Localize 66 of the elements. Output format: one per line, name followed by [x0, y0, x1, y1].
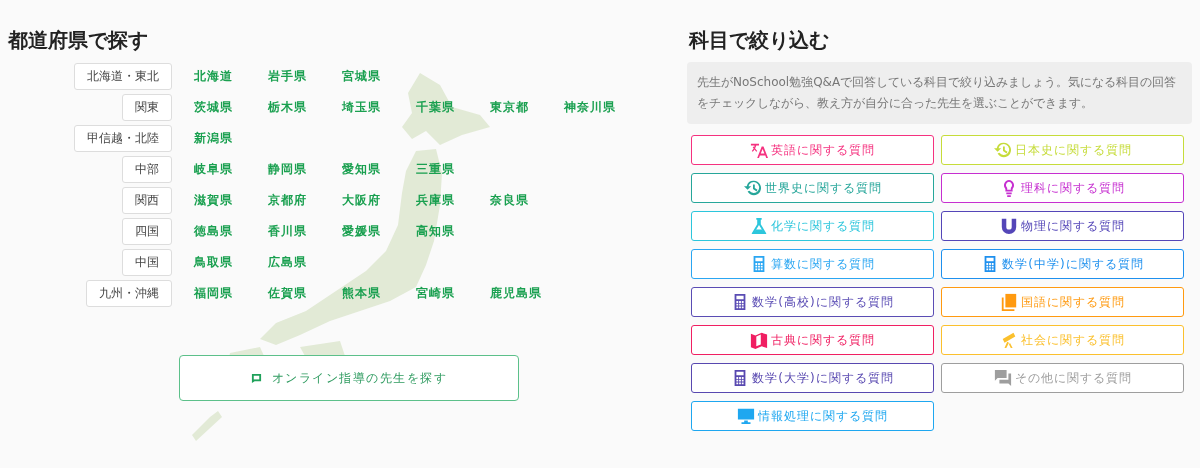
prefecture-link[interactable]: 新潟県	[194, 129, 268, 147]
region-button[interactable]: 関東	[122, 93, 172, 121]
prefecture-link[interactable]: 徳島県	[194, 222, 268, 240]
prefecture-link[interactable]: 鳥取県	[194, 253, 268, 271]
subject-button[interactable]: 算数に関する質問	[691, 249, 934, 279]
region-button[interactable]: 九州・沖縄	[86, 279, 172, 307]
prefecture-link[interactable]: 佐賀県	[268, 284, 342, 302]
prefecture-link[interactable]: 京都府	[268, 191, 342, 209]
prefecture-link[interactable]: 熊本県	[342, 284, 416, 302]
prefecture-link[interactable]: 愛媛県	[342, 222, 416, 240]
prefecture-link[interactable]: 兵庫県	[416, 191, 490, 209]
description-text: 先生がNoSchool勉強Q&Aで回答している科目で絞り込みましょう。気になる科目の回答をチェックしながら、教え方が自分に合った先生を選ぶことができます。	[687, 62, 1192, 124]
prefecture-link[interactable]: 香川県	[268, 222, 342, 240]
online-teacher-button[interactable]: オンライン指導の先生を探す	[179, 355, 519, 401]
prefecture-link[interactable]: 福岡県	[194, 284, 268, 302]
section-title: 科目で絞り込む	[689, 28, 830, 52]
region-button[interactable]: 中部	[122, 155, 172, 183]
subject-button[interactable]: 情報処理に関する質問	[691, 401, 934, 431]
flask-icon	[750, 217, 768, 235]
region-button[interactable]: 北海道・東北	[74, 62, 172, 90]
prefecture-link[interactable]: 広島県	[268, 253, 342, 271]
subject-button[interactable]: その他に関する質問	[941, 363, 1184, 393]
prefecture-link[interactable]: 神奈川県	[564, 98, 638, 116]
subject-button[interactable]: 数学(高校)に関する質問	[691, 287, 934, 317]
prefecture-link[interactable]: 大阪府	[342, 191, 416, 209]
subject-button[interactable]: 理科に関する質問	[941, 173, 1184, 203]
translate-icon	[750, 141, 768, 159]
prefecture-link[interactable]: 宮城県	[342, 67, 416, 85]
region-button[interactable]: 中国	[122, 248, 172, 276]
map-icon	[750, 331, 768, 349]
prefecture-link[interactable]: 岐阜県	[194, 160, 268, 178]
section-title: 都道府県で探す	[8, 28, 149, 52]
prefecture-link[interactable]: 静岡県	[268, 160, 342, 178]
monitor-icon	[737, 407, 755, 425]
subject-button[interactable]: 世界史に関する質問	[691, 173, 934, 203]
subject-button[interactable]: 国語に関する質問	[941, 287, 1184, 317]
magnet-icon	[1000, 217, 1018, 235]
prefecture-link[interactable]: 東京都	[490, 98, 564, 116]
subject-button[interactable]: 英語に関する質問	[691, 135, 934, 165]
prefecture-link[interactable]: 埼玉県	[342, 98, 416, 116]
prefecture-link[interactable]: 奈良県	[490, 191, 564, 209]
region-button[interactable]: 甲信越・北陸	[74, 124, 172, 152]
prefecture-link[interactable]: 宮崎県	[416, 284, 490, 302]
prefecture-link[interactable]: 高知県	[416, 222, 490, 240]
chat-icon	[250, 372, 262, 384]
prefecture-link[interactable]: 鹿児島県	[490, 284, 564, 302]
prefecture-link[interactable]: 栃木県	[268, 98, 342, 116]
region-button[interactable]: 関西	[122, 186, 172, 214]
subject-button[interactable]: 古典に関する質問	[691, 325, 934, 355]
prefecture-link[interactable]: 北海道	[194, 67, 268, 85]
subject-button[interactable]: 社会に関する質問	[941, 325, 1184, 355]
prefecture-link[interactable]: 滋賀県	[194, 191, 268, 209]
subject-button[interactable]: 数学(中学)に関する質問	[941, 249, 1184, 279]
history-icon	[993, 141, 1012, 159]
history-icon	[743, 179, 762, 197]
subject-button[interactable]: 物理に関する質問	[941, 211, 1184, 241]
region-button[interactable]: 四国	[122, 217, 172, 245]
subject-button[interactable]: 化学に関する質問	[691, 211, 934, 241]
chat-icon	[993, 369, 1012, 387]
prefecture-link[interactable]: 愛知県	[342, 160, 416, 178]
prefecture-link[interactable]: 岩手県	[268, 67, 342, 85]
prefecture-link[interactable]: 三重県	[416, 160, 490, 178]
telescope-icon	[1000, 331, 1018, 349]
subject-button[interactable]: 数学(大学)に関する質問	[691, 363, 934, 393]
book-icon	[1000, 293, 1018, 311]
prefecture-link[interactable]: 茨城県	[194, 98, 268, 116]
